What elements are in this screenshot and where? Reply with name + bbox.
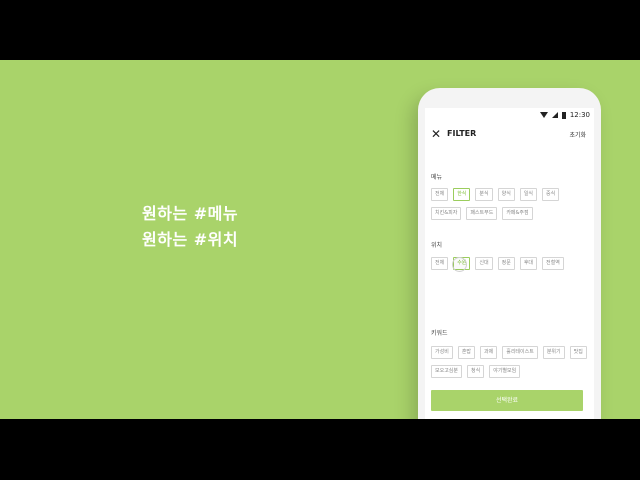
keyword-chip-group: 가성비 혼밥 과제 훌리테이스트 분위기 맛집 모오고심분 청식 야기별모임	[431, 346, 591, 378]
chip-menu-all[interactable]: 전체	[431, 188, 449, 201]
section-title-location: 위치	[431, 242, 443, 249]
chip-menu-fastfood[interactable]: 패스트푸드	[466, 207, 498, 220]
chip-location-back-gate[interactable]: 후대	[519, 257, 538, 270]
headline-line-1: 원하는 #메뉴	[142, 204, 239, 223]
chip-location-main-gate[interactable]: 정문	[497, 257, 515, 270]
battery-icon	[561, 111, 566, 119]
filter-header: ✕ FILTER 초기화	[425, 126, 594, 148]
chip-menu-chinese[interactable]: 중식	[542, 188, 560, 201]
chip-keyword-famous[interactable]: 맛집	[569, 346, 587, 359]
menu-chip-group: 전체 한식 분식 양식 일식 중식 치킨&피자 패스트푸드 카페&주점	[431, 188, 591, 220]
chip-menu-cafe-bar[interactable]: 카페&주점	[502, 207, 533, 220]
wifi-icon	[539, 112, 548, 118]
headline-line-2: 원하는 #위치	[142, 230, 239, 249]
chip-location-sindae[interactable]: 신대	[475, 257, 493, 270]
chip-location-all[interactable]: 전체	[431, 257, 449, 270]
chip-menu-western[interactable]: 양식	[497, 188, 515, 201]
chip-keyword-value[interactable]: 가성비	[431, 346, 453, 359]
promo-scene: 원하는 #메뉴 원하는 #위치 12:30 ✕ FILTER 초기화 메뉴 전체	[0, 60, 640, 419]
chip-keyword-solo[interactable]: 혼밥	[457, 346, 476, 359]
status-bar: 12:30	[425, 108, 594, 126]
chip-keyword-taste[interactable]: 훌리테이스트	[502, 346, 538, 359]
chip-keyword-gathering[interactable]: 야기별모임	[489, 365, 521, 378]
headline: 원하는 #메뉴 원하는 #위치	[142, 201, 238, 253]
chip-keyword-mood[interactable]: 분위기	[542, 346, 565, 359]
chip-keyword-assignment[interactable]: 과제	[480, 346, 498, 359]
touch-indicator	[452, 257, 467, 272]
status-time: 12:30	[569, 111, 590, 119]
chip-location-subway[interactable]: 전철역	[542, 257, 564, 270]
chip-menu-snack[interactable]: 분식	[475, 188, 493, 201]
reset-button[interactable]: 초기화	[569, 130, 586, 139]
filter-title: FILTER	[447, 129, 477, 138]
chip-menu-korean[interactable]: 한식	[453, 188, 471, 201]
section-title-menu: 메뉴	[431, 174, 443, 181]
chip-keyword-meal[interactable]: 청식	[467, 365, 485, 378]
chip-menu-chicken-pizza[interactable]: 치킨&피자	[431, 207, 462, 220]
chip-keyword-misc[interactable]: 모오고심분	[431, 365, 463, 378]
signal-icon	[551, 112, 558, 118]
confirm-button[interactable]: 선택완료	[431, 390, 583, 411]
chip-menu-japanese[interactable]: 일식	[519, 188, 538, 201]
phone-screen: 12:30 ✕ FILTER 초기화 메뉴 전체 한식 분식 양식 일식 중식 …	[425, 108, 594, 419]
close-icon[interactable]: ✕	[431, 127, 441, 141]
section-title-keyword: 키워드	[431, 330, 448, 337]
phone-mockup: 12:30 ✕ FILTER 초기화 메뉴 전체 한식 분식 양식 일식 중식 …	[418, 88, 601, 419]
